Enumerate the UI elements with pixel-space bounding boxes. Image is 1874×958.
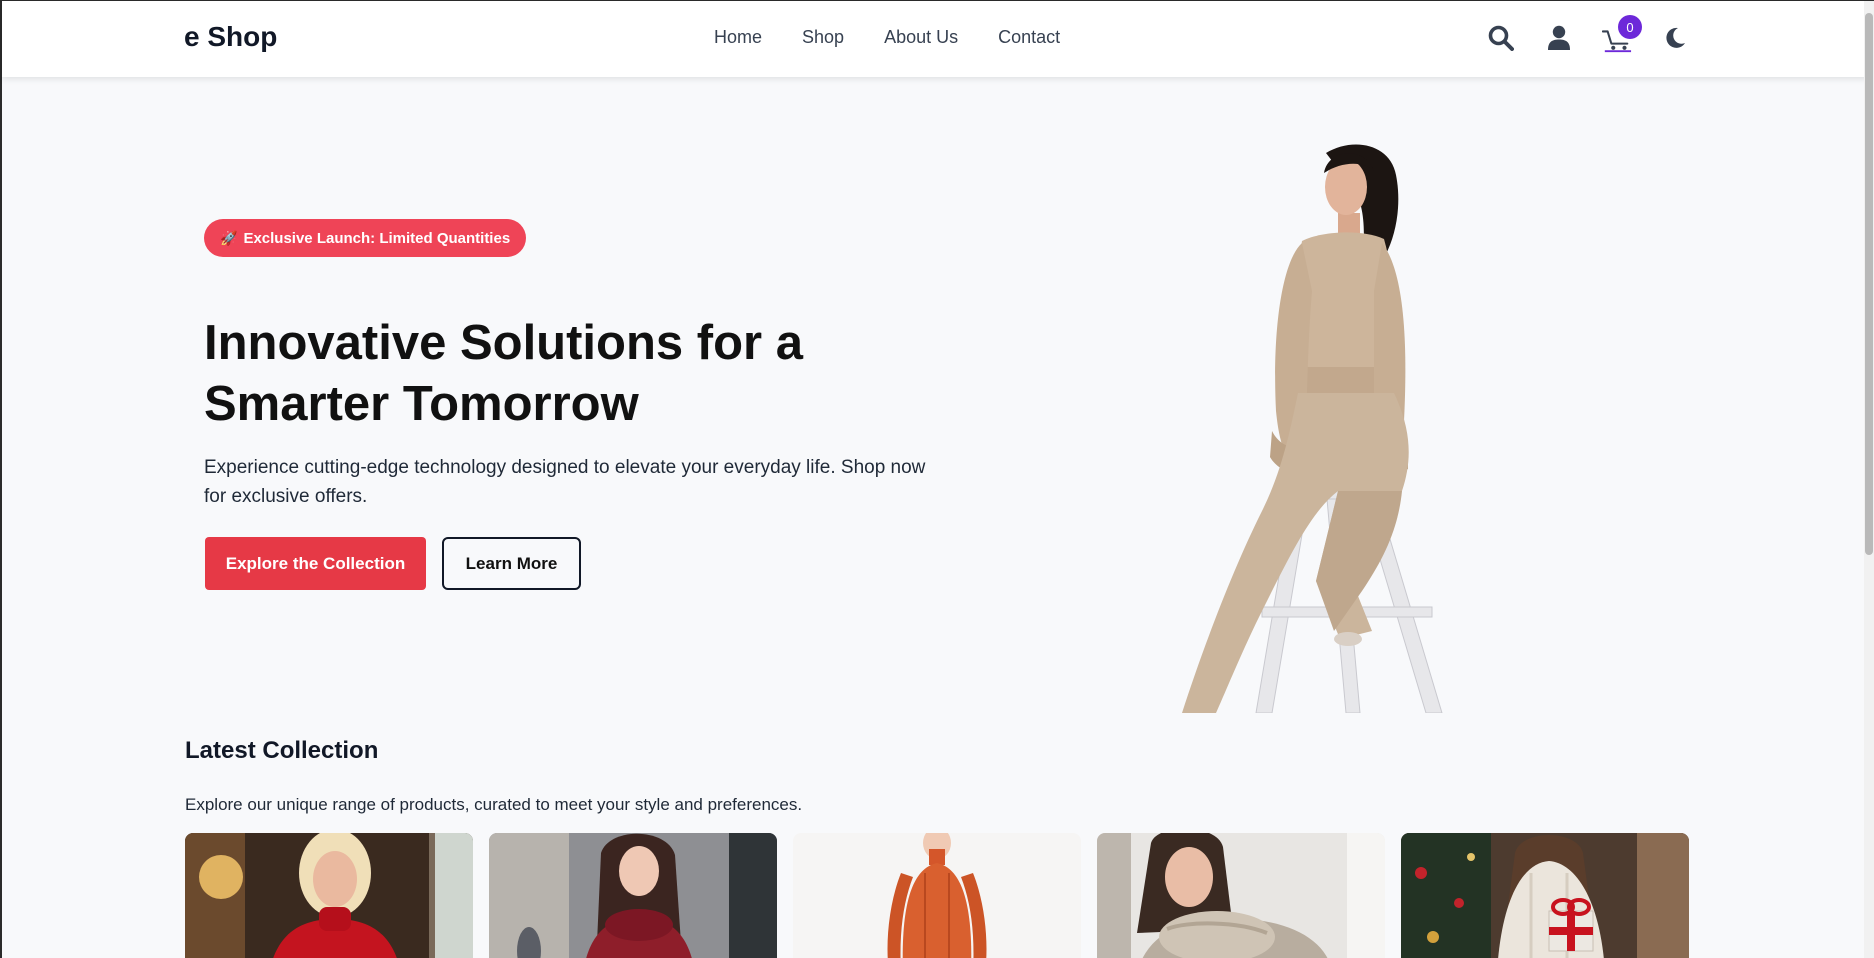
site-logo[interactable]: e Shop xyxy=(184,21,277,53)
header-actions: 0 xyxy=(1486,15,1690,53)
product-card-burgundy-cowl[interactable] xyxy=(489,833,777,958)
nav-about-us[interactable]: About Us xyxy=(884,27,958,48)
explore-collection-button[interactable]: Explore the Collection xyxy=(205,537,426,590)
main-nav: Home Shop About Us Contact xyxy=(714,27,1060,48)
scrollbar-thumb[interactable] xyxy=(1865,13,1873,555)
nav-home[interactable]: Home xyxy=(714,27,762,48)
page-scrollbar[interactable] xyxy=(1864,1,1874,958)
launch-badge: 🚀 Exclusive Launch: Limited Quantities xyxy=(204,219,527,257)
product-grid xyxy=(185,833,1689,958)
section-title: Latest Collection xyxy=(185,737,379,764)
cart-icon[interactable]: 0 xyxy=(1602,15,1642,53)
product-card-orange-knit-dress[interactable] xyxy=(793,833,1081,958)
product-card-cream-sweater-gift[interactable] xyxy=(1401,833,1689,958)
section-description: Explore our unique range of products, cu… xyxy=(185,795,803,814)
user-icon[interactable] xyxy=(1544,23,1574,53)
learn-more-button[interactable]: Learn More xyxy=(442,537,581,590)
nav-shop[interactable]: Shop xyxy=(802,27,844,48)
launch-badge-text: Exclusive Launch: Limited Quantities xyxy=(243,229,511,247)
moon-icon[interactable] xyxy=(1660,23,1690,53)
site-header: e Shop Home Shop About Us Contact 0 xyxy=(2,1,1868,77)
hero-description: Experience cutting-edge technology desig… xyxy=(204,457,926,507)
rocket-icon: 🚀 xyxy=(220,229,238,246)
search-icon[interactable] xyxy=(1486,23,1516,53)
hero-model-image xyxy=(1112,131,1472,714)
nav-contact[interactable]: Contact xyxy=(998,27,1060,48)
product-card-beige-chunky-knit[interactable] xyxy=(1097,833,1385,958)
hero-title: Innovative Solutions for a Smarter Tomor… xyxy=(204,316,803,431)
cart-count-badge: 0 xyxy=(1618,15,1642,39)
product-card-red-turtleneck[interactable] xyxy=(185,833,473,958)
